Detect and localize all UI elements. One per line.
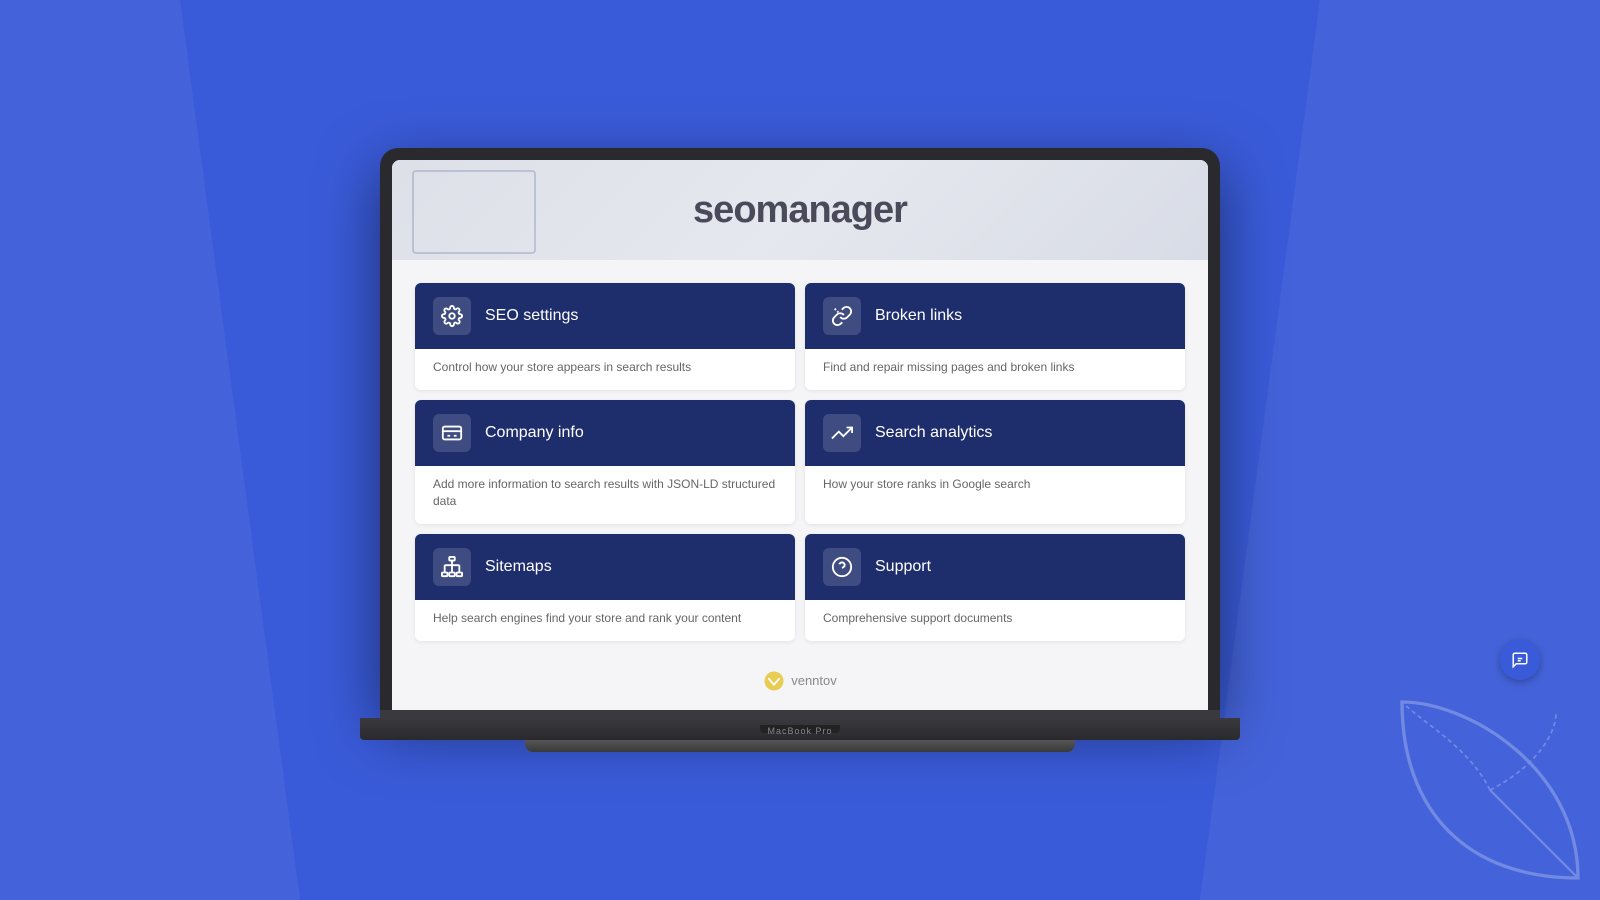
laptop-container: seomanager SEO settings — [365, 148, 1235, 751]
laptop-screen: seomanager SEO settings — [392, 160, 1208, 709]
sitemaps-title: Sitemaps — [485, 558, 552, 576]
menu-card-header-analytics: Search analytics — [805, 400, 1185, 466]
menu-card-sitemaps[interactable]: Sitemaps Help search engines find your s… — [415, 534, 795, 641]
laptop-base: MacBook Pro — [360, 718, 1240, 740]
menu-card-broken-links[interactable]: Broken links Find and repair missing pag… — [805, 283, 1185, 390]
seo-settings-title: SEO settings — [485, 307, 578, 325]
footer-logo-area: venntov — [392, 656, 1208, 710]
venntov-brand-name: venntov — [791, 673, 837, 688]
company-info-title: Company info — [485, 424, 584, 442]
venntov-logo-icon — [763, 670, 785, 692]
laptop-chin — [380, 710, 1220, 718]
sitemap-icon — [433, 548, 471, 586]
leaf-decoration — [1380, 680, 1600, 900]
app-header: seomanager — [392, 160, 1208, 260]
macbook-label: MacBook Pro — [767, 726, 832, 736]
menu-card-seo-settings[interactable]: SEO settings Control how your store appe… — [415, 283, 795, 390]
menu-card-support[interactable]: Support Comprehensive support documents — [805, 534, 1185, 641]
logo-suffix: manager — [756, 189, 907, 231]
chart-icon — [823, 414, 861, 452]
menu-card-header-broken-links: Broken links — [805, 283, 1185, 349]
company-info-description: Add more information to search results w… — [415, 466, 795, 524]
app-logo: seomanager — [693, 189, 907, 232]
menu-card-header-sitemaps: Sitemaps — [415, 534, 795, 600]
bg-decoration-left — [0, 0, 300, 900]
support-title: Support — [875, 558, 931, 576]
menu-card-header-support: Support — [805, 534, 1185, 600]
menu-card-search-analytics[interactable]: Search analytics How your store ranks in… — [805, 400, 1185, 524]
logo-prefix: seo — [693, 189, 755, 231]
seo-settings-description: Control how your store appears in search… — [415, 349, 795, 390]
sitemaps-description: Help search engines find your store and … — [415, 600, 795, 641]
search-analytics-title: Search analytics — [875, 424, 992, 442]
laptop-screen-frame: seomanager SEO settings — [380, 148, 1220, 709]
menu-card-header-seo: SEO settings — [415, 283, 795, 349]
broken-links-description: Find and repair missing pages and broken… — [805, 349, 1185, 390]
broken-links-title: Broken links — [875, 307, 962, 325]
gear-icon — [433, 297, 471, 335]
menu-card-company-info[interactable]: Company info Add more information to sea… — [415, 400, 795, 524]
menu-grid: SEO settings Control how your store appe… — [392, 260, 1208, 655]
company-card-icon — [433, 414, 471, 452]
menu-card-header-company: Company info — [415, 400, 795, 466]
floating-chat-button[interactable] — [1500, 640, 1540, 680]
search-analytics-description: How your store ranks in Google search — [805, 466, 1185, 507]
question-icon — [823, 548, 861, 586]
support-description: Comprehensive support documents — [805, 600, 1185, 641]
laptop-stand — [525, 740, 1075, 752]
broken-link-icon — [823, 297, 861, 335]
chat-icon — [1511, 651, 1529, 669]
